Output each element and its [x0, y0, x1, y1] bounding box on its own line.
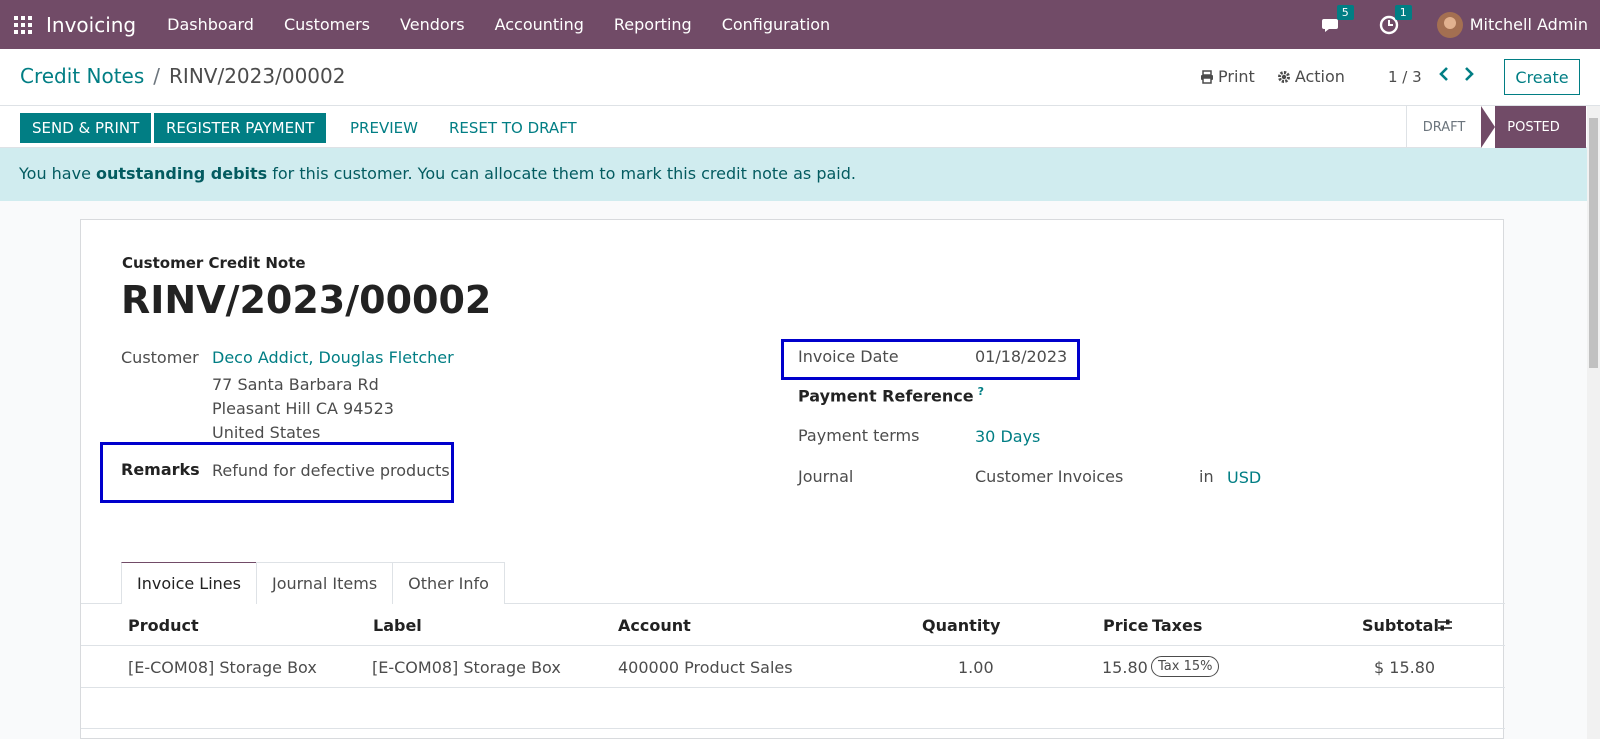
help-tooltip-icon[interactable]: ? [978, 385, 984, 398]
preview-button[interactable]: Preview [338, 113, 430, 143]
pager-previous-icon[interactable] [1438, 63, 1450, 87]
user-avatar[interactable] [1436, 11, 1463, 38]
cell-account[interactable]: 400000 Product Sales [618, 658, 793, 677]
breadcrumb-current: RINV/2023/00002 [169, 64, 346, 88]
col-account[interactable]: Account [618, 616, 691, 635]
action-label: Action [1294, 67, 1345, 86]
menu-configuration[interactable]: Configuration [707, 15, 846, 34]
breadcrumb-credit-notes[interactable]: Credit Notes [20, 64, 144, 88]
stage-posted[interactable]: Posted [1481, 106, 1586, 148]
menu-dashboard[interactable]: Dashboard [152, 15, 269, 34]
tab-journal-items[interactable]: Journal Items [255, 562, 394, 604]
alert-suffix: for this customer. You can allocate them… [267, 164, 856, 183]
payment-reference-text: Payment Reference [798, 386, 974, 406]
journal-field[interactable]: Customer Invoices [975, 467, 1123, 486]
breadcrumb-separator: / [153, 64, 161, 88]
cell-subtotal: $ 15.80 [1374, 658, 1436, 677]
remarks-label: Remarks [121, 460, 200, 479]
pager-value[interactable]: 1 / 3 [1388, 68, 1422, 86]
control-panel: Credit Notes / RINV/2023/00002 Print Act… [0, 49, 1600, 106]
col-taxes[interactable]: Taxes [1152, 616, 1202, 635]
activities-clock-icon[interactable]: 1 [1379, 4, 1412, 35]
payment-terms-field[interactable]: 30 Days [975, 427, 1040, 446]
document-number: RINV/2023/00002 [121, 278, 492, 322]
apps-menu-icon[interactable] [0, 0, 46, 49]
menu-vendors[interactable]: Vendors [385, 15, 480, 34]
cell-price[interactable]: 15.80 [1102, 658, 1148, 677]
lines-table-header: Product Label Account Quantity Price Tax… [81, 604, 1505, 646]
page-scrollbar[interactable] [1587, 106, 1600, 739]
record-actions: Print Action [1200, 67, 1345, 86]
pager-next-icon[interactable] [1463, 63, 1475, 87]
tax-badge[interactable]: Tax 15% [1151, 656, 1220, 677]
messages-icon[interactable]: 5 [1321, 4, 1354, 35]
send-print-button[interactable]: Send & Print [20, 113, 152, 143]
create-button[interactable]: Create [1504, 59, 1580, 95]
invoice-date-field[interactable]: 01/18/2023 [975, 347, 1067, 366]
col-quantity[interactable]: Quantity [922, 616, 1000, 635]
stage-draft[interactable]: Draft [1406, 106, 1481, 148]
gear-icon [1277, 70, 1290, 83]
col-subtotal[interactable]: Subtotal [1362, 616, 1439, 635]
payment-reference-label: Payment Reference? [798, 385, 984, 405]
menu-accounting[interactable]: Accounting [480, 15, 599, 34]
col-label[interactable]: Label [373, 616, 422, 635]
activities-badge: 1 [1394, 4, 1412, 20]
col-price[interactable]: Price [1103, 616, 1148, 635]
register-payment-button[interactable]: Register Payment [154, 113, 327, 143]
print-button[interactable]: Print [1200, 67, 1255, 86]
customer-address-line2: Pleasant Hill CA 94523 [212, 399, 394, 418]
optional-columns-icon[interactable] [1437, 617, 1453, 637]
user-menu[interactable]: Mitchell Admin [1470, 15, 1588, 34]
invoice-date-label: Invoice Date [798, 347, 899, 366]
table-row[interactable]: [E-COM08] Storage Box [E-COM08] Storage … [81, 646, 1505, 688]
breadcrumb: Credit Notes / RINV/2023/00002 [20, 64, 345, 88]
print-label: Print [1218, 67, 1255, 86]
form-statusbar: Send & Print Register Payment Preview Re… [0, 106, 1600, 148]
remarks-field[interactable]: Refund for defective products [212, 461, 450, 480]
outstanding-debits-alert: You have outstanding debits for this cus… [0, 148, 1587, 201]
customer-field[interactable]: Deco Addict, Douglas Fletcher [212, 348, 454, 367]
cell-label[interactable]: [E-COM08] Storage Box [372, 658, 561, 677]
payment-terms-label: Payment terms [798, 426, 920, 445]
customer-address-line3: United States [212, 423, 321, 442]
reset-to-draft-button[interactable]: Reset to Draft [437, 113, 589, 143]
tab-other-info[interactable]: Other Info [392, 562, 505, 604]
menu-customers[interactable]: Customers [269, 15, 385, 34]
menu-reporting[interactable]: Reporting [599, 15, 707, 34]
journal-in-label: in [1199, 467, 1214, 486]
form-sheet: Customer Credit Note RINV/2023/00002 Cus… [80, 219, 1505, 739]
customer-address-line1: 77 Santa Barbara Rd [212, 375, 379, 394]
cell-quantity[interactable]: 1.00 [958, 658, 994, 677]
journal-label: Journal [798, 467, 854, 486]
document-type: Customer Credit Note [122, 254, 306, 272]
messages-badge: 5 [1336, 4, 1354, 20]
print-icon [1201, 69, 1213, 84]
alert-prefix: You have [19, 164, 97, 183]
stage-arrow-divider [1481, 106, 1495, 148]
currency-field[interactable]: USD [1227, 468, 1261, 487]
app-brand[interactable]: Invoicing [46, 13, 136, 37]
scrollbar-thumb[interactable] [1589, 118, 1598, 368]
action-button[interactable]: Action [1277, 67, 1345, 86]
customer-label: Customer [121, 348, 199, 367]
top-navbar: Invoicing Dashboard Customers Vendors Ac… [0, 0, 1600, 49]
empty-table-row[interactable] [81, 688, 1505, 729]
tab-invoice-lines[interactable]: Invoice Lines [121, 562, 257, 604]
notebook-tabs: Invoice Lines Journal Items Other Info [121, 562, 505, 604]
cell-product[interactable]: [E-COM08] Storage Box [128, 658, 317, 677]
col-product[interactable]: Product [128, 616, 199, 635]
alert-bold: outstanding debits [96, 164, 268, 183]
